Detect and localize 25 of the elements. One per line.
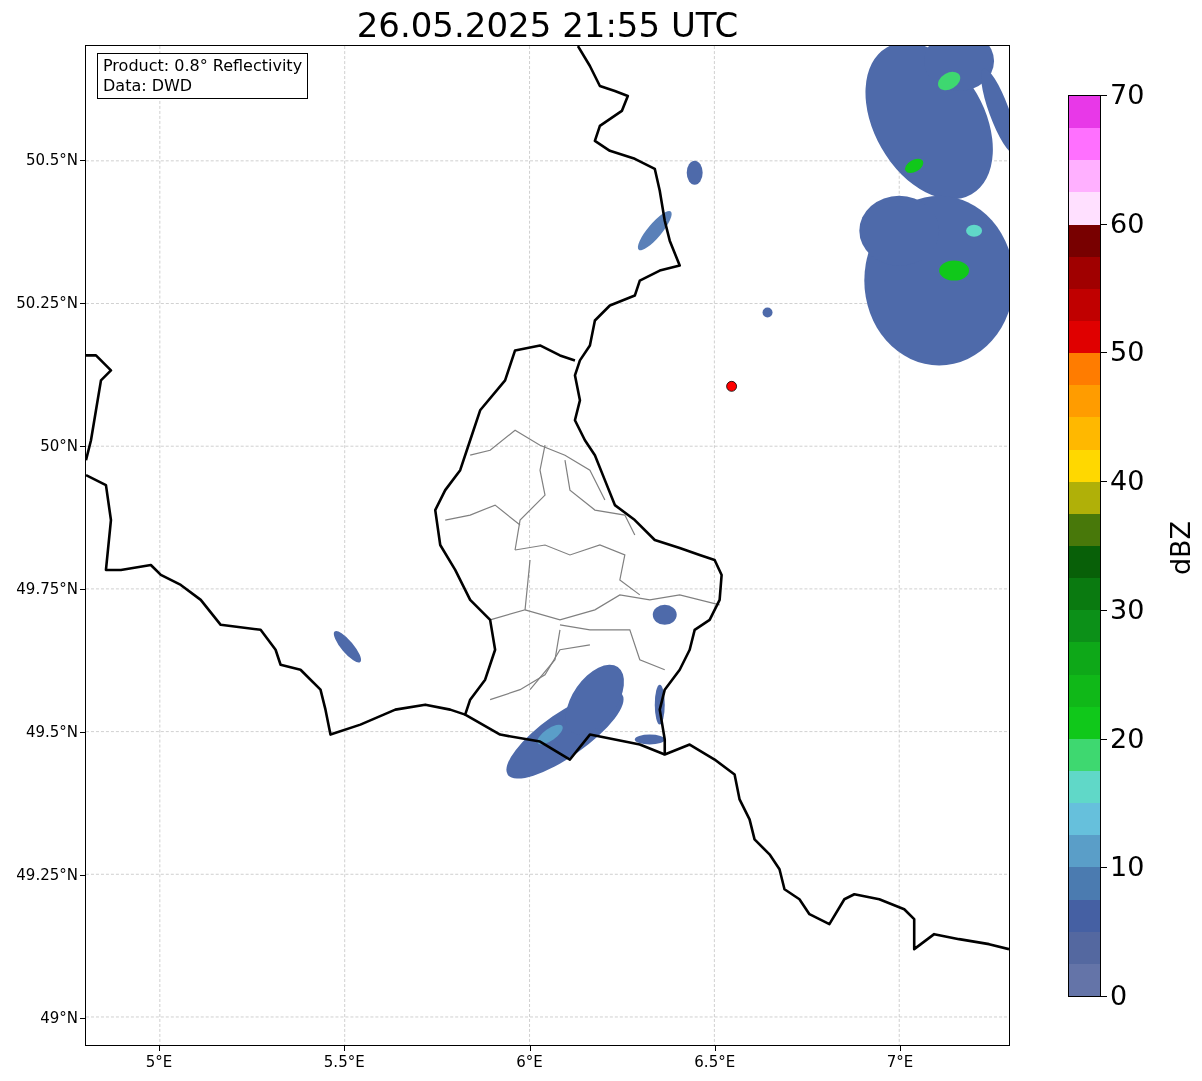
colorbar-tick-label: 60 xyxy=(1110,207,1145,240)
x-tick-label: 5°E xyxy=(144,1052,174,1073)
x-tick-label: 6.5°E xyxy=(693,1052,737,1073)
x-tick-label: 5.5°E xyxy=(322,1052,366,1073)
colorbar-tick-label: 50 xyxy=(1110,336,1145,369)
y-tick-label: 49°N xyxy=(39,1008,78,1028)
info-text: Data: DWD xyxy=(103,76,194,96)
x-tick-label: 7°E xyxy=(885,1052,915,1073)
colorbar-label: dBZ xyxy=(1165,519,1197,578)
colorbar-tick-label: 20 xyxy=(1110,722,1145,755)
y-tick-label: 49.25°N xyxy=(15,865,78,885)
y-tick-label: 49.5°N xyxy=(24,722,78,742)
radar-site-marker xyxy=(726,380,737,392)
chart-title: 26.05.2025 21:55 UTC xyxy=(355,4,740,46)
y-tick-label: 49.75°N xyxy=(15,579,78,599)
colorbar-tick-label: 0 xyxy=(1110,980,1128,1012)
y-tick-label: 50°N xyxy=(39,436,78,456)
colorbar-tick-label: 40 xyxy=(1110,465,1145,498)
info-text: Product: 0.8° Reflectivity xyxy=(103,56,303,76)
y-tick-label: 50.25°N xyxy=(15,293,78,313)
colorbar-tick-label: 70 xyxy=(1110,79,1145,111)
colorbar-tick-label: 10 xyxy=(1110,851,1145,884)
x-tick-label: 6°E xyxy=(515,1052,544,1073)
colorbar-tick-label: 30 xyxy=(1110,593,1145,626)
y-tick-label: 50.5°N xyxy=(24,150,78,170)
